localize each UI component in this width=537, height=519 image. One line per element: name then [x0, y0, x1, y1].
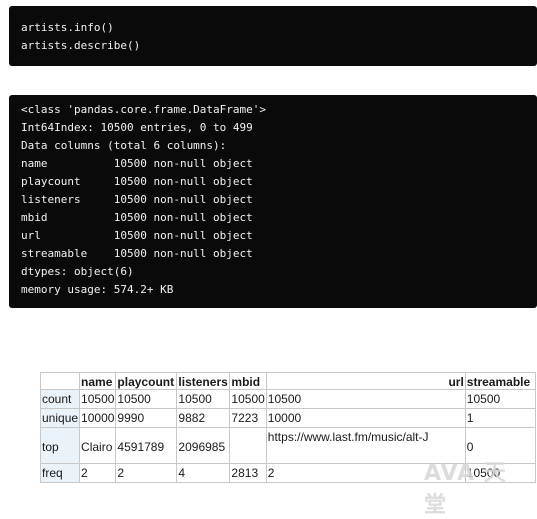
- table-cell: [229, 427, 267, 464]
- table-cell: 2813: [229, 463, 267, 483]
- column-header-playcount: playcount: [115, 372, 178, 390]
- table-cell: 1: [464, 408, 536, 428]
- table-cell: 2: [115, 463, 178, 483]
- column-header-streamable: streamable: [464, 372, 536, 390]
- table-cell: 2096985: [176, 427, 231, 464]
- output-line: name 10500 non-null object: [21, 157, 253, 170]
- table-cell: 2: [79, 463, 117, 483]
- code-input-block: artists.info() artists.describe(): [9, 6, 537, 66]
- column-header-url: url: [265, 372, 466, 390]
- table-cell: 10500: [176, 389, 231, 409]
- row-index: freq: [39, 463, 81, 483]
- column-header-listeners: listeners: [176, 372, 231, 390]
- table-row: count 10500 10500 10500 10500 10500 1050…: [39, 389, 536, 409]
- watermark-logo: AVA 天堂: [424, 461, 507, 518]
- output-line: Int64Index: 10500 entries, 0 to 499: [21, 121, 253, 134]
- output-line: mbid 10500 non-null object: [21, 211, 253, 224]
- output-line: Data columns (total 6 columns):: [21, 139, 227, 152]
- table-row: unique 10000 9990 9882 7223 10000 1: [39, 408, 536, 428]
- table-cell: 7223: [229, 408, 267, 428]
- output-line: memory usage: 574.2+ KB: [21, 283, 174, 296]
- table-cell: 10500: [115, 389, 178, 409]
- table-cell: 4591789: [115, 427, 178, 464]
- table-cell: 10000: [265, 408, 466, 428]
- table-cell: 10500: [464, 389, 536, 409]
- column-header-name: name: [79, 372, 117, 390]
- table-cell: 4: [176, 463, 231, 483]
- table-header-row: name playcount listeners mbid url stream…: [39, 372, 536, 390]
- table-cell: 9990: [115, 408, 178, 428]
- table-cell: 9882: [176, 408, 231, 428]
- code-line: artists.info(): [21, 21, 114, 34]
- output-line: <class 'pandas.core.frame.DataFrame'>: [21, 103, 267, 116]
- table-cell: 10500: [229, 389, 267, 409]
- table-cell: Clairo: [79, 427, 117, 464]
- output-line: dtypes: object(6): [21, 265, 134, 278]
- code-output-block: <class 'pandas.core.frame.DataFrame'> In…: [9, 95, 537, 308]
- row-index: unique: [39, 408, 81, 428]
- index-header: [39, 372, 81, 390]
- output-line: listeners 10500 non-null object: [21, 193, 253, 206]
- code-line: artists.describe(): [21, 39, 141, 52]
- output-line: streamable 10500 non-null object: [21, 247, 253, 260]
- table-cell: 10500: [79, 389, 117, 409]
- row-index: count: [39, 389, 81, 409]
- table-cell: 10000: [79, 408, 117, 428]
- row-index: top: [39, 427, 81, 464]
- output-line: playcount 10500 non-null object: [21, 175, 253, 188]
- output-line: url 10500 non-null object: [21, 229, 253, 242]
- column-header-mbid: mbid: [229, 372, 267, 390]
- table-cell: 10500: [265, 389, 466, 409]
